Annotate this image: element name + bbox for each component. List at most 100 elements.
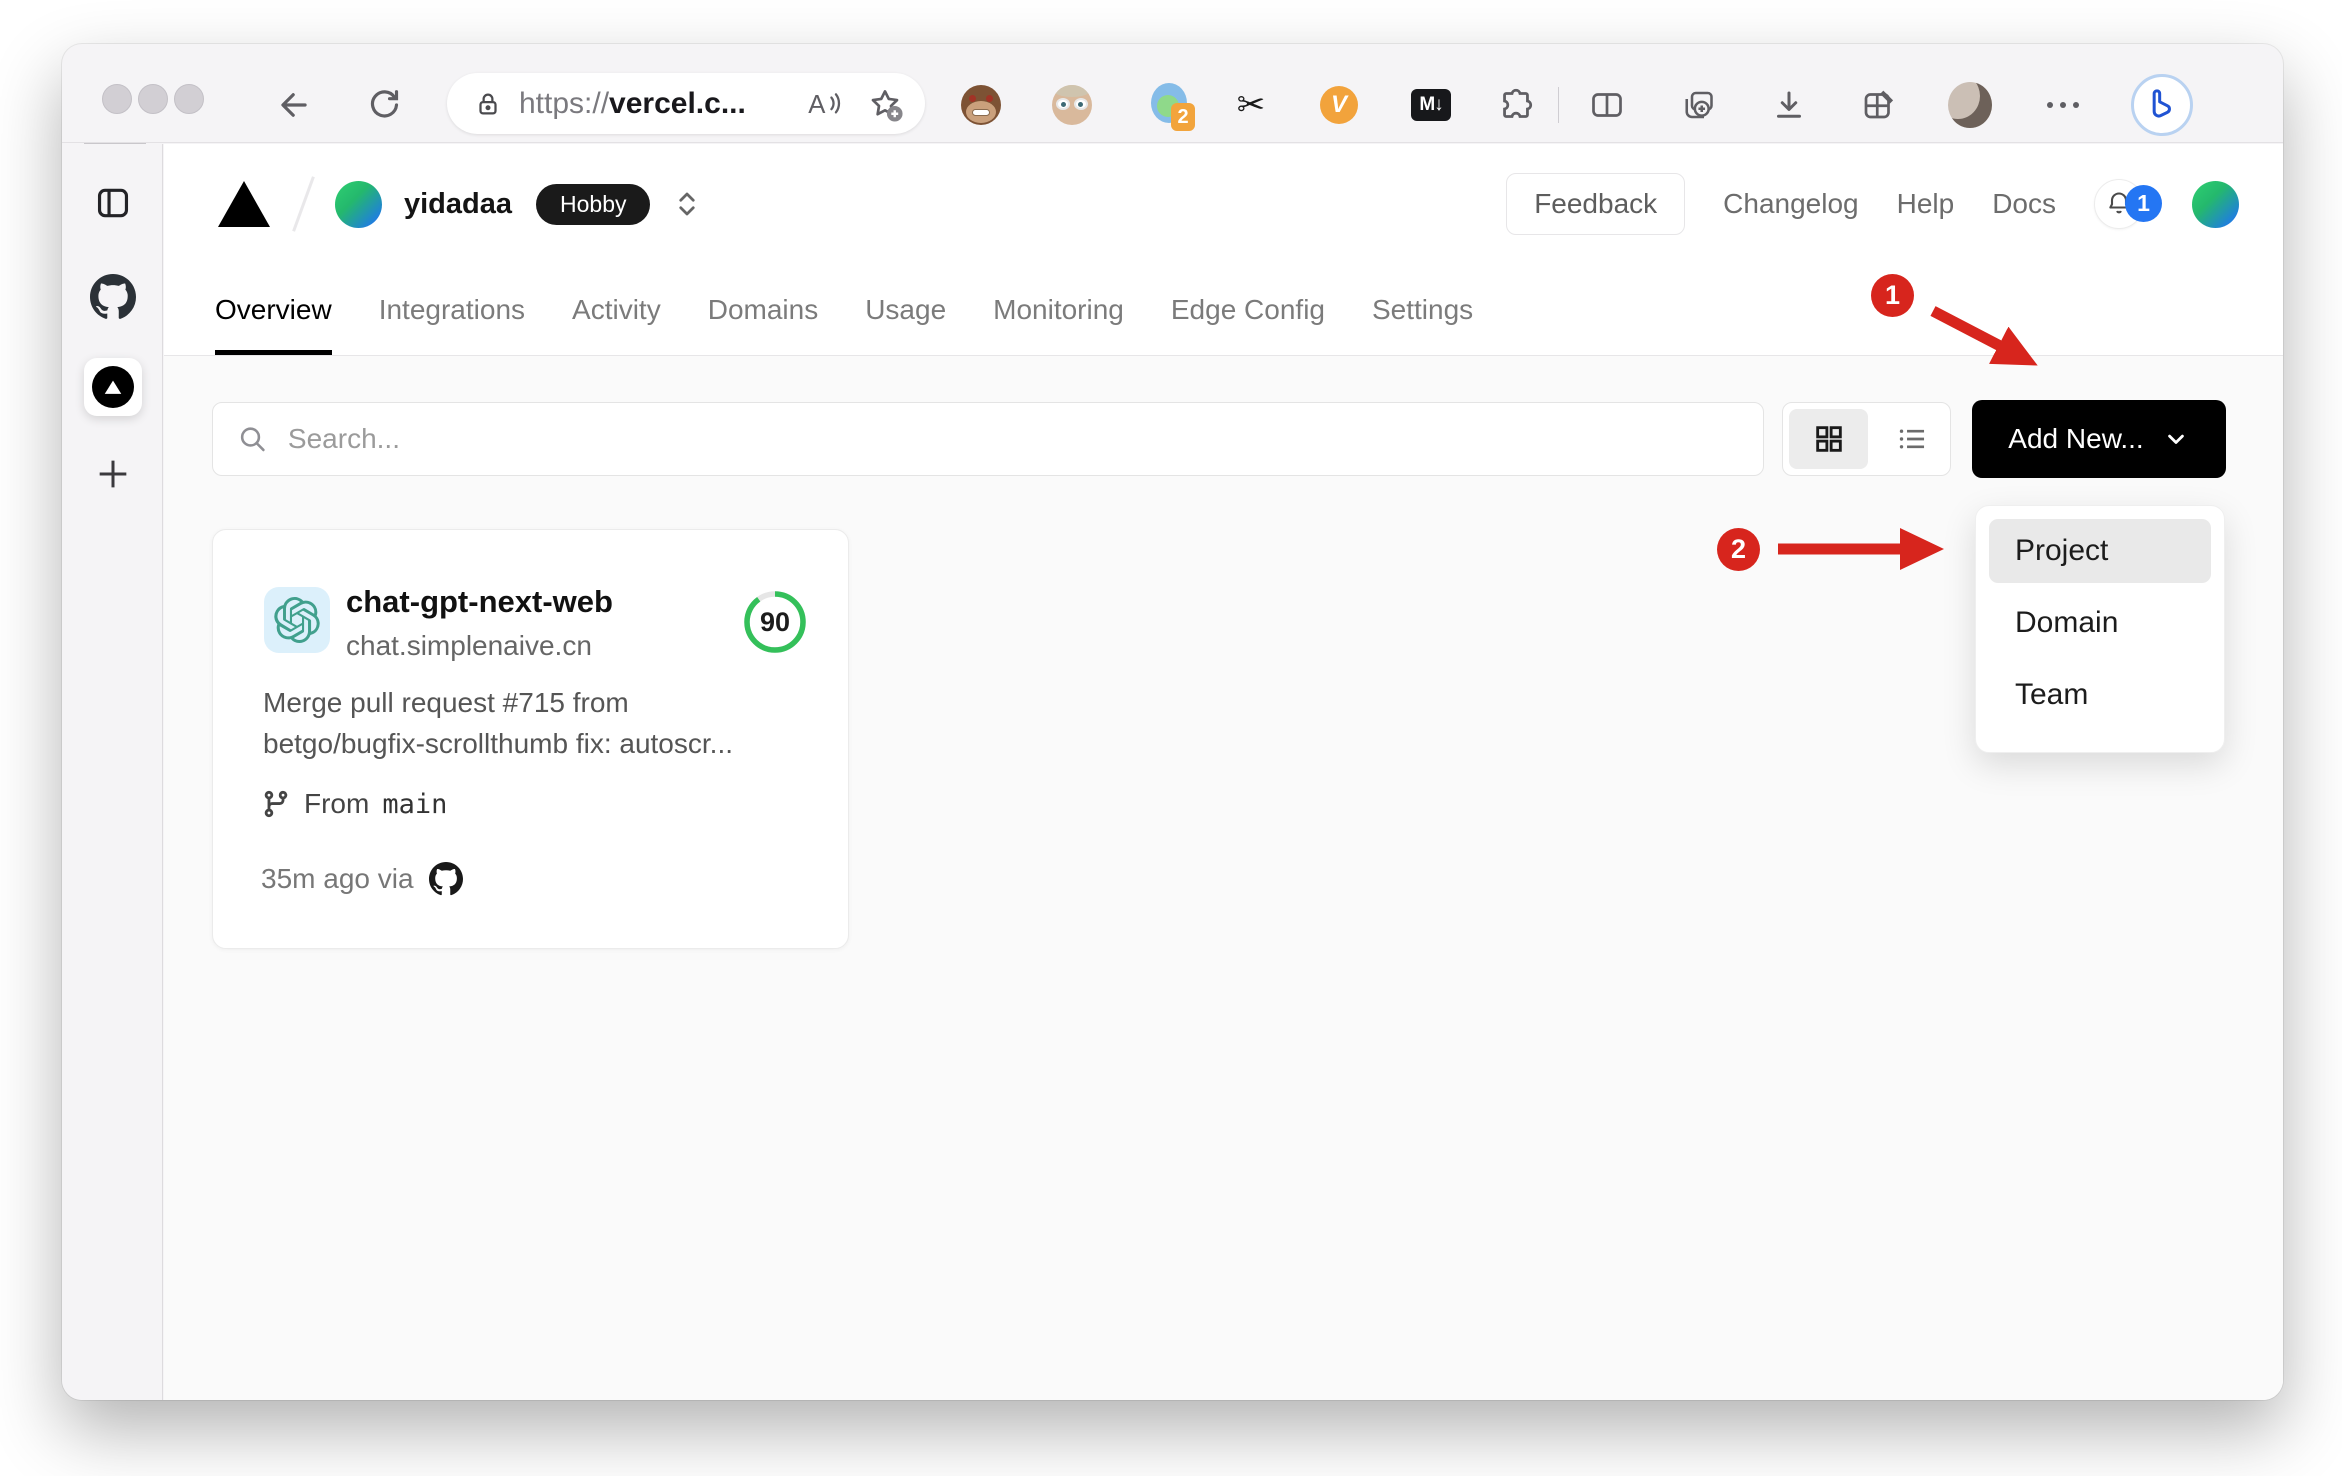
user-avatar[interactable] (2192, 180, 2239, 228)
project-card[interactable]: chat-gpt-next-web chat.simplenaive.cn 90… (212, 529, 849, 949)
screenshot-canvas: https://vercel.c... A 2 ✂ V M↓ yidadaa H… (0, 0, 2342, 1476)
sidebar-toggle-button[interactable] (62, 184, 163, 222)
tab-edge-config[interactable]: Edge Config (1171, 264, 1325, 355)
back-arrow-icon (281, 93, 307, 117)
deploy-meta: 35m ago via (261, 863, 414, 894)
search-input[interactable] (287, 423, 1739, 455)
list-view-icon (1900, 429, 1925, 449)
markdown-download-icon: M↓ (1411, 89, 1451, 121)
traffic-light-close[interactable] (102, 84, 132, 114)
tab-settings[interactable]: Settings (1372, 264, 1473, 355)
openai-icon (274, 597, 320, 643)
proxy-globe-icon: 2 (1149, 83, 1195, 131)
sidebar-add-button[interactable] (62, 454, 163, 494)
tab-monitoring[interactable]: Monitoring (993, 264, 1124, 355)
tab-domains[interactable]: Domains (708, 264, 818, 355)
deploy-meta-row: 35m ago via (261, 862, 463, 896)
project-search[interactable] (212, 402, 1764, 476)
collections-add-icon (1685, 91, 1713, 119)
sidebar-item-vercel-active[interactable] (62, 358, 163, 416)
bing-icon (2131, 74, 2193, 136)
grid-view-icon (1815, 426, 1842, 452)
plus-icon (99, 460, 126, 488)
edge-sidebar (62, 143, 163, 1400)
download-icon (1777, 91, 1801, 118)
sidebar-item-github[interactable] (62, 274, 163, 320)
person-glasses-icon (1052, 85, 1092, 125)
split-screen-icon (1592, 93, 1622, 117)
project-icon-tile (264, 587, 330, 653)
extension-v2ex-icon[interactable]: V (1317, 83, 1361, 127)
notification-badge: 1 (2125, 185, 2162, 222)
ellipsis-icon (2047, 102, 2079, 108)
extension-markdown-icon[interactable]: M↓ (1409, 83, 1453, 127)
dropdown-item-domain[interactable]: Domain (1989, 591, 2211, 655)
branch-row: From main (261, 788, 447, 820)
feedback-button[interactable]: Feedback (1506, 173, 1686, 235)
docs-link[interactable]: Docs (1992, 188, 2056, 220)
v-badge-icon: V (1320, 86, 1358, 124)
back-button[interactable] (275, 86, 313, 124)
team-name[interactable]: yidadaa (404, 188, 512, 221)
apps-grid-icon (1864, 90, 1894, 119)
team-avatar[interactable] (335, 180, 382, 228)
list-view-button[interactable] (1874, 403, 1950, 475)
changelog-link[interactable]: Changelog (1723, 188, 1858, 220)
refresh-icon (370, 90, 399, 118)
add-new-label: Add New... (2008, 423, 2144, 454)
extension-tampermonkey-icon[interactable] (959, 83, 1003, 127)
scissors-icon: ✂ (1236, 86, 1266, 124)
tab-overview[interactable]: Overview (215, 264, 332, 355)
view-toggle (1782, 402, 1951, 476)
profile-avatar-button[interactable] (1948, 82, 1992, 128)
vercel-icon (91, 366, 134, 408)
bing-chat-button[interactable] (2131, 74, 2193, 136)
read-aloud-icon[interactable]: A (807, 88, 843, 120)
commit-message[interactable]: Merge pull request #715 from betgo/bugfi… (263, 682, 808, 764)
collections-button[interactable] (1676, 83, 1720, 127)
team-switcher-button[interactable] (674, 189, 700, 219)
lock-icon (479, 93, 497, 114)
dropdown-item-team[interactable]: Team (1989, 663, 2211, 727)
extension-clipper-icon[interactable]: ✂ (1229, 83, 1273, 127)
project-name[interactable]: chat-gpt-next-web (346, 584, 613, 620)
tab-activity[interactable]: Activity (572, 264, 661, 355)
help-link[interactable]: Help (1897, 188, 1955, 220)
breadcrumb-slash (292, 176, 315, 232)
split-screen-button[interactable] (1585, 83, 1629, 127)
git-branch-icon (264, 790, 288, 818)
browser-apps-button[interactable] (1856, 83, 1900, 127)
extension-avatar-icon[interactable] (1050, 83, 1094, 127)
extensions-menu-button[interactable] (1494, 83, 1538, 127)
panel-layout-icon (97, 188, 128, 218)
proxy-badge: 2 (1171, 103, 1195, 131)
monkey-icon (961, 85, 1001, 125)
cat-avatar (1948, 82, 1992, 128)
address-bar[interactable]: https://vercel.c... A (447, 73, 925, 134)
add-new-button[interactable]: Add New... (1972, 400, 2226, 478)
traffic-light-minimize[interactable] (138, 84, 168, 114)
vercel-triangle-icon (104, 380, 121, 394)
notifications-button[interactable]: 1 (2094, 179, 2162, 229)
url-scheme: https:// (519, 86, 610, 120)
add-new-dropdown: Project Domain Team (1975, 505, 2225, 753)
branch-name: main (382, 788, 448, 820)
favorite-star-icon[interactable] (867, 86, 903, 122)
project-domain[interactable]: chat.simplenaive.cn (346, 630, 592, 662)
dropdown-item-project[interactable]: Project (1989, 519, 2211, 583)
urlbar-actions: A (807, 86, 903, 122)
grid-view-button[interactable] (1789, 409, 1869, 469)
puzzle-icon (1503, 88, 1533, 118)
toolbar-divider (1558, 87, 1559, 123)
score-value: 90 (759, 606, 791, 637)
tab-integrations[interactable]: Integrations (379, 264, 525, 355)
extension-proxy-icon[interactable]: 2 (1149, 83, 1195, 131)
settings-more-button[interactable] (2041, 83, 2085, 127)
sidebar-divider (84, 143, 146, 144)
commit-line-2: betgo/bugfix-scrollthumb fix: autoscr... (263, 728, 733, 759)
refresh-button[interactable] (365, 86, 403, 124)
traffic-light-zoom[interactable] (174, 84, 204, 114)
vercel-logo[interactable] (216, 179, 272, 229)
tab-usage[interactable]: Usage (865, 264, 946, 355)
downloads-button[interactable] (1767, 83, 1811, 127)
